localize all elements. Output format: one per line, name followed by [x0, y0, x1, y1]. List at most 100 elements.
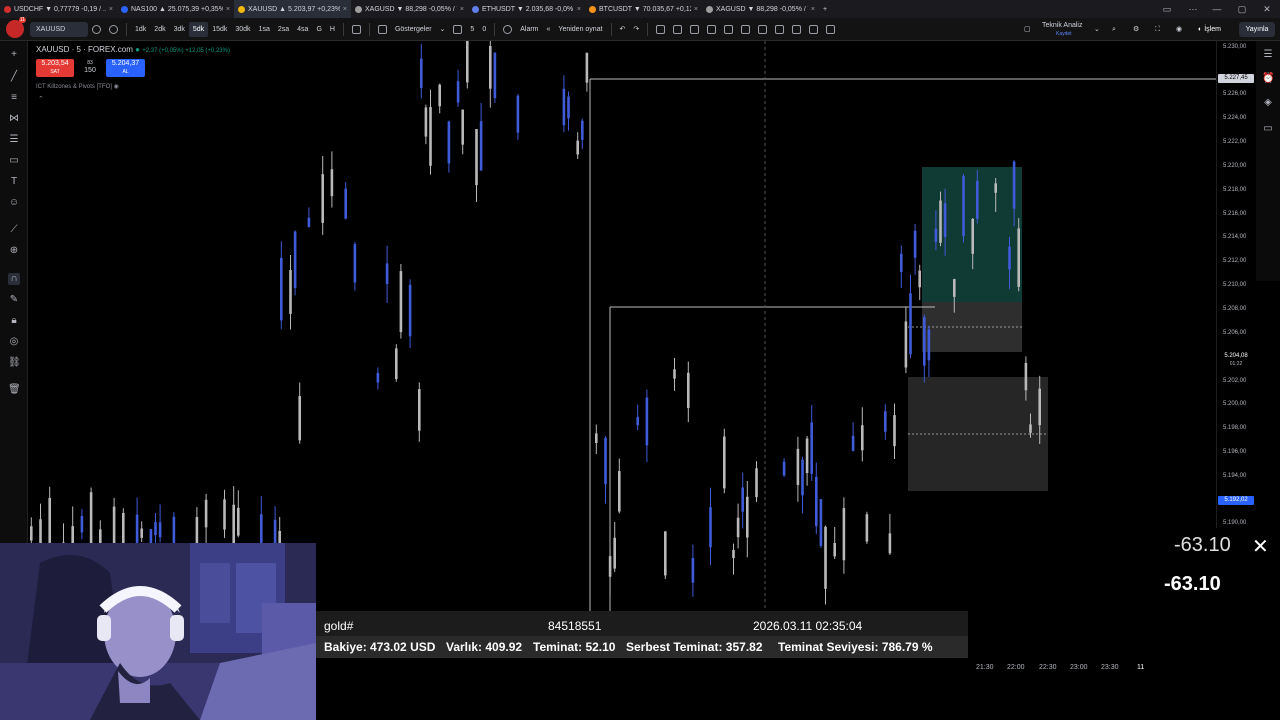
candle-body: [824, 526, 827, 589]
candle-body: [904, 321, 908, 368]
vertical-line-icon[interactable]: [741, 24, 751, 34]
buy-button[interactable]: 5.204,37 AL: [106, 59, 145, 77]
eye-icon[interactable]: ◉: [114, 84, 119, 90]
short-position-icon[interactable]: [775, 24, 785, 34]
search-icon[interactable]: ⌕: [1112, 18, 1116, 41]
trend-line-icon[interactable]: [690, 24, 700, 34]
gann-icon[interactable]: ≡: [8, 92, 20, 104]
new-tab-button[interactable]: +: [819, 0, 831, 18]
timeframe-h[interactable]: H: [326, 18, 339, 40]
chat-icon[interactable]: ▭: [1262, 123, 1274, 135]
fullscreen-icon[interactable]: ⛶: [1155, 18, 1160, 41]
timeframe-5dk[interactable]: 5dk: [188, 21, 209, 37]
indicators-button[interactable]: Göstergeler: [391, 18, 436, 40]
tab-usdchf[interactable]: USDCHF ▼ 0,77779 -0,19 / ... ×: [0, 0, 117, 18]
candle-type-icon[interactable]: [351, 24, 361, 34]
text-tool-icon[interactable]: T: [8, 176, 20, 188]
alerts-icon[interactable]: ⏰: [1262, 73, 1274, 85]
path-icon[interactable]: [792, 24, 802, 34]
tab-xagusd[interactable]: XAGUSD ▼ 88,298 -0,05% / Tekn...×: [351, 0, 468, 18]
timeframe-1sa[interactable]: 1sa: [255, 18, 274, 40]
time-label: 23:00: [1070, 664, 1088, 671]
publish-button[interactable]: Yayınla: [1239, 22, 1275, 37]
candle-body: [796, 448, 800, 485]
indicator-legend[interactable]: ICT Killzones & Pivots [TFO] ◉: [36, 83, 119, 90]
avatar[interactable]: 11: [6, 17, 26, 38]
timeframe-2sa[interactable]: 2sa: [274, 18, 293, 40]
timeframe-2dk[interactable]: 2dk: [150, 18, 169, 40]
pattern-icon[interactable]: ⋈: [8, 113, 20, 125]
ruler-icon[interactable]: ⟋: [8, 224, 20, 236]
timeframe-4sa[interactable]: 4sa: [293, 18, 312, 40]
timeframe-1dk[interactable]: 1dk: [131, 18, 150, 40]
settings-icon[interactable]: ⚙: [1133, 18, 1139, 41]
buy-label: AL: [122, 69, 129, 75]
horizontal-line-icon[interactable]: [673, 24, 683, 34]
timeframe-g[interactable]: G: [312, 18, 325, 40]
magnet-icon[interactable]: ∩: [8, 273, 20, 285]
stay-in-drawing-icon[interactable]: ✎: [8, 294, 20, 306]
close-icon[interactable]: ×: [460, 6, 464, 13]
redo-icon[interactable]: ↷: [629, 18, 643, 40]
trade-button[interactable]: ◐ İşlem: [1198, 22, 1234, 37]
close-icon[interactable]: ✕: [1252, 534, 1269, 559]
close-icon[interactable]: ×: [226, 6, 230, 13]
price-chart[interactable]: XAUUSD · 5 · FOREX.com ● +2,37 (+0,05%) …: [0, 41, 1216, 611]
more-icon[interactable]: ⋯: [1180, 0, 1206, 18]
replay-button[interactable]: Yeniden oynat: [554, 18, 606, 40]
timeframe-3dk[interactable]: 3dk: [170, 18, 189, 40]
templates-icon[interactable]: [453, 24, 463, 34]
sell-button[interactable]: 5.203,54 SAT: [36, 59, 74, 77]
pip-icon[interactable]: ▭: [1154, 0, 1180, 18]
brush-icon[interactable]: [809, 24, 819, 34]
fib-icon[interactable]: [724, 24, 734, 34]
trend-line-icon[interactable]: ╱: [8, 71, 20, 83]
tab-ethusdt[interactable]: ETHUSDT ▼ 2.035,68 -0,0% ... ×: [468, 0, 585, 18]
chevron-down-icon[interactable]: ⌄: [436, 18, 450, 40]
minimize-button[interactable]: —: [1204, 0, 1230, 18]
emoji-icon[interactable]: ☺: [8, 197, 20, 209]
price-axis[interactable]: 5.230,00 5.226,00 5.224,00 5.222,00 5.22…: [1216, 41, 1256, 531]
close-icon[interactable]: ×: [694, 6, 698, 13]
zoom-icon[interactable]: ⊕: [8, 245, 20, 257]
eye-icon[interactable]: [92, 24, 101, 34]
close-icon[interactable]: ×: [577, 6, 581, 13]
camera-icon[interactable]: ◉: [1176, 18, 1182, 41]
tab-xauusd[interactable]: XAUUSD ▲ 5.203,97 +0,23% ... ×: [234, 0, 351, 18]
layout-icon[interactable]: [656, 24, 666, 34]
tab-btcusdt[interactable]: BTCUSDT ▼ 70.035,67 +0,12 ...×: [585, 0, 702, 18]
timeframe-15dk[interactable]: 15dk: [208, 18, 231, 40]
time-axis[interactable]: 21:30 22:00 22:30 23:00 23:30 11: [968, 660, 1146, 676]
close-icon[interactable]: ×: [109, 6, 113, 13]
layout-square-icon[interactable]: ▢: [1024, 18, 1031, 41]
close-icon[interactable]: ×: [811, 6, 815, 13]
link-icon[interactable]: ⛓: [8, 357, 21, 369]
maximize-button[interactable]: ▢: [1229, 0, 1255, 18]
tab-xagusd-2[interactable]: XAGUSD ▼ 88,298 -0,05% / Tekn...×: [702, 0, 819, 18]
rectangle-icon[interactable]: [707, 24, 717, 34]
add-symbol-icon[interactable]: [109, 24, 118, 34]
measure-icon[interactable]: [826, 24, 836, 34]
alarm-button[interactable]: Alarm: [516, 18, 542, 40]
undo-icon[interactable]: ↶: [616, 18, 630, 40]
drawing-toolbar: + ╱ ≡ ⋈ ☰ ▭ T ☺ ⟋ ⊕ ∩ ✎ 🔒︎ ◎ ⛓ 🗑︎: [0, 41, 28, 543]
tab-nas100[interactable]: NAS100 ▲ 25.075,39 +0,35% ... ×: [117, 0, 234, 18]
chart-canvas[interactable]: [0, 41, 1216, 611]
long-position-icon[interactable]: [758, 24, 768, 34]
symbol-search[interactable]: XAUUSD: [30, 21, 88, 37]
layers-icon[interactable]: ◈: [1262, 97, 1274, 109]
fib-retracement-icon[interactable]: ☰: [8, 134, 20, 146]
shapes-icon[interactable]: ▭: [8, 155, 20, 167]
candle-body: [30, 526, 33, 541]
trash-icon[interactable]: 🗑︎: [8, 384, 21, 396]
chevron-down-icon[interactable]: ⌄: [1094, 18, 1100, 41]
close-window-button[interactable]: ✕: [1254, 0, 1280, 18]
watchlist-icon[interactable]: ☰: [1262, 49, 1274, 61]
timeframe-30dk[interactable]: 30dk: [231, 18, 254, 40]
close-icon[interactable]: ×: [343, 6, 347, 13]
crosshair-icon[interactable]: +: [8, 49, 20, 61]
hide-icon[interactable]: ◎: [8, 336, 20, 348]
collapse-legend-icon[interactable]: ⌃: [38, 95, 44, 103]
candle-body: [1029, 424, 1032, 433]
lock-icon[interactable]: 🔒︎: [8, 315, 20, 327]
